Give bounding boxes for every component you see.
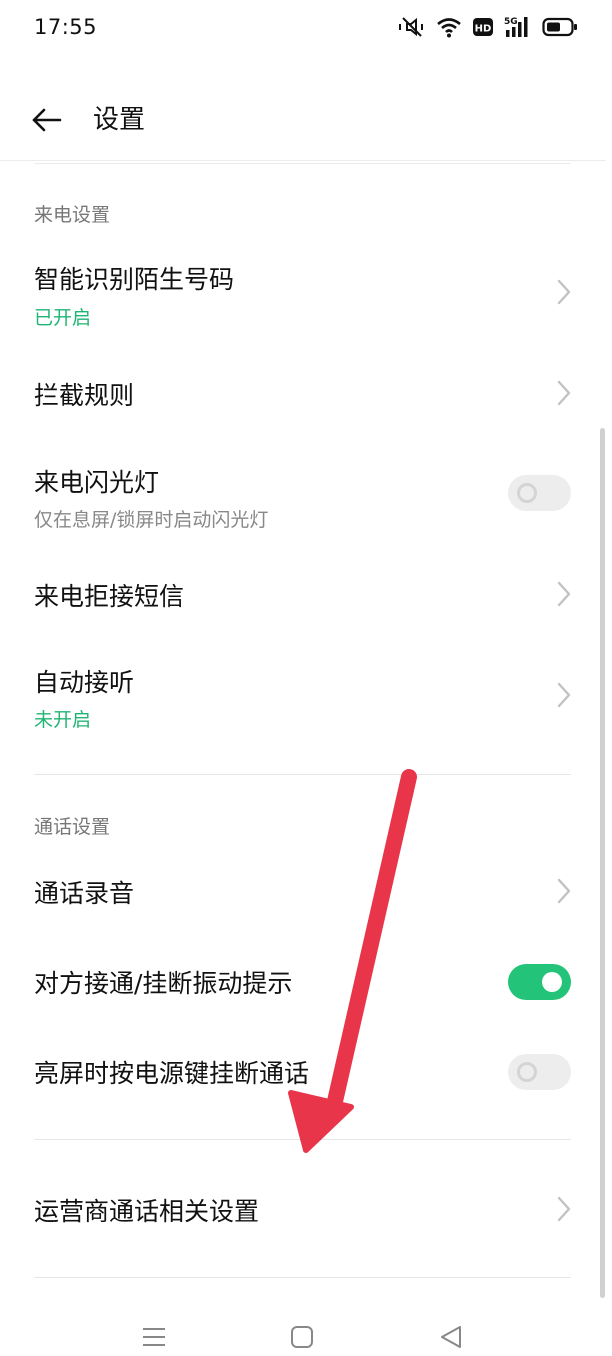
incoming-flash-toggle[interactable]	[508, 475, 571, 511]
row-description: 仅在息屏/锁屏时启动闪光灯	[34, 509, 269, 531]
header-divider	[0, 160, 606, 161]
home-icon	[287, 1326, 317, 1356]
power-key-hangup-toggle[interactable]	[508, 1054, 571, 1090]
row-title: 亮屏时按电源键挂断通话	[34, 1059, 310, 1088]
status-time: 17:55	[34, 15, 98, 39]
section-divider	[34, 1277, 571, 1278]
row-title: 智能识别陌生号码	[34, 265, 235, 294]
section-title-incoming: 来电设置	[34, 204, 111, 226]
row-smart-identify-unknown-numbers[interactable]: 智能识别陌生号码 已开启	[0, 250, 606, 342]
back-button[interactable]	[28, 100, 68, 140]
chevron-right-icon	[554, 580, 574, 608]
nav-back-button[interactable]	[436, 1322, 466, 1352]
hd-label: HD	[475, 24, 492, 35]
connect-vibration-toggle[interactable]	[508, 964, 571, 1000]
row-incoming-flash: 来电闪光灯 仅在息屏/锁屏时启动闪光灯	[0, 455, 606, 545]
menu-button[interactable]	[139, 1322, 169, 1352]
back-triangle-icon	[436, 1326, 466, 1356]
app-header: 设置	[0, 84, 612, 156]
scrollbar[interactable]	[600, 428, 605, 1298]
chevron-right-icon	[554, 1195, 574, 1223]
row-call-recording[interactable]: 通话录音	[0, 860, 606, 924]
signal-5g-icon: 5G	[504, 15, 532, 39]
mute-icon	[398, 14, 426, 40]
system-nav-bar	[0, 1300, 612, 1353]
row-title: 自动接听	[34, 668, 135, 697]
row-title: 拦截规则	[34, 381, 135, 410]
wifi-icon	[436, 16, 462, 38]
row-reject-sms[interactable]: 来电拒接短信	[0, 563, 606, 627]
chevron-right-icon	[554, 681, 574, 709]
chevron-right-icon	[554, 379, 574, 407]
chevron-right-icon	[554, 877, 574, 905]
row-title: 来电拒接短信	[34, 582, 185, 611]
toggle-knob	[542, 972, 562, 992]
row-auto-answer[interactable]: 自动接听 未开启	[0, 655, 606, 745]
arrow-left-icon	[28, 108, 68, 144]
row-power-key-hangup: 亮屏时按电源键挂断通话	[0, 1040, 606, 1104]
menu-icon	[139, 1328, 169, 1356]
hd-icon: HD	[472, 16, 494, 38]
toggle-knob	[517, 1062, 537, 1082]
page-title: 设置	[93, 105, 146, 135]
section-title-call: 通话设置	[34, 816, 111, 838]
row-carrier-call-settings[interactable]: 运营商通话相关设置	[0, 1178, 606, 1242]
row-title: 对方接通/挂断振动提示	[34, 969, 293, 998]
section-divider	[34, 1139, 571, 1140]
row-title: 通话录音	[34, 879, 135, 908]
row-status: 已开启	[34, 307, 92, 329]
chevron-right-icon	[554, 278, 574, 306]
header-divider-inner	[34, 163, 571, 164]
row-connect-vibration: 对方接通/挂断振动提示	[0, 950, 606, 1014]
row-block-rules[interactable]: 拦截规则	[0, 362, 606, 426]
toggle-knob	[517, 483, 537, 503]
row-status: 未开启	[34, 709, 92, 731]
section-divider	[34, 774, 571, 775]
status-bar: 17:55 HD 5G	[0, 0, 612, 60]
row-title: 运营商通话相关设置	[34, 1197, 260, 1226]
row-title: 来电闪光灯	[34, 468, 160, 497]
network-label: 5G	[504, 17, 518, 27]
home-button[interactable]	[287, 1322, 317, 1352]
status-icons: HD 5G	[398, 14, 578, 40]
battery-icon	[542, 16, 578, 38]
